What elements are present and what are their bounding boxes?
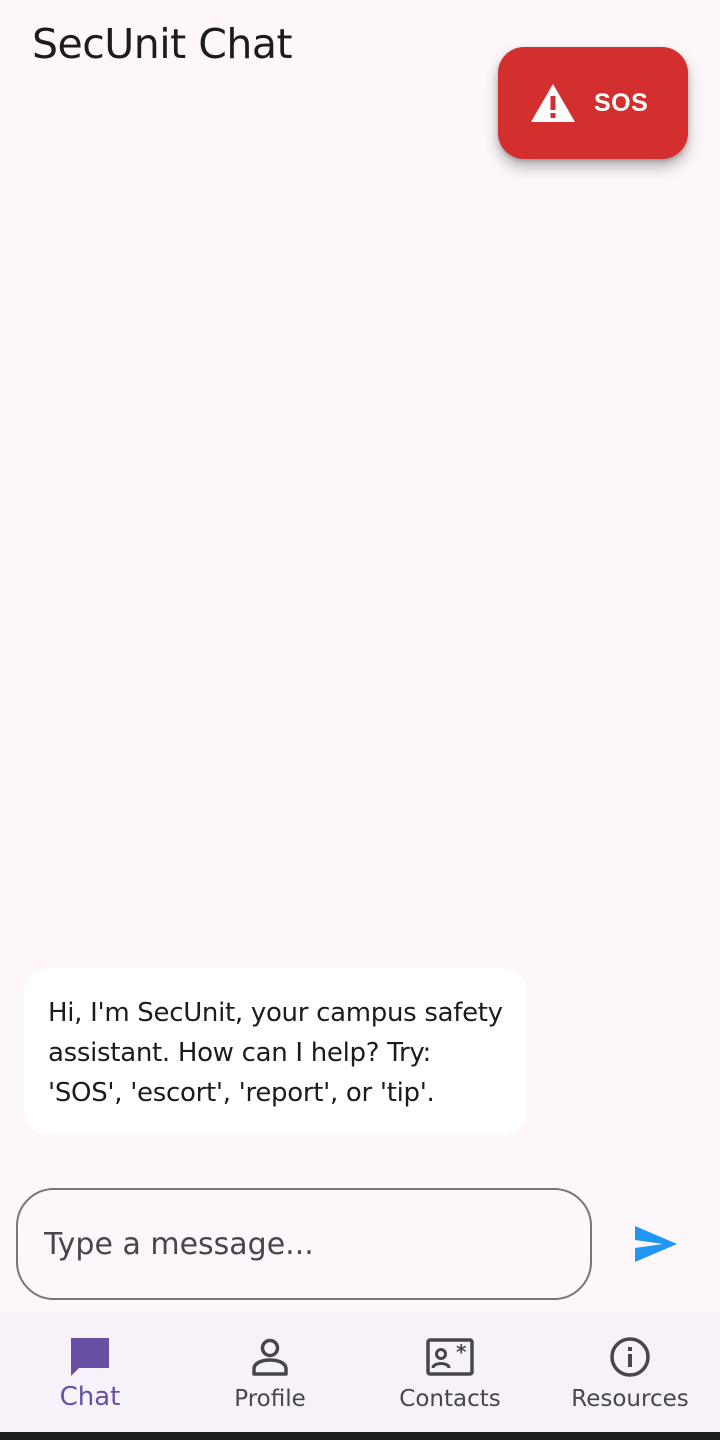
message-input-container[interactable] [16, 1188, 592, 1300]
nav-label-resources: Resources [571, 1386, 689, 1412]
nav-label-contacts: Contacts [399, 1386, 501, 1412]
nav-item-chat[interactable]: Chat [0, 1313, 180, 1432]
bot-message-text: Hi, I'm SecUnit, your campus safety assi… [48, 998, 503, 1108]
send-icon [635, 1226, 677, 1262]
app-screen: SecUnit Chat SOS Hi, I'm SecUnit, your c… [0, 0, 720, 1440]
nav-item-resources[interactable]: Resources [540, 1313, 720, 1432]
chat-bubble-icon [66, 1333, 114, 1381]
nav-item-profile[interactable]: Profile [180, 1313, 360, 1432]
bot-message-bubble: Hi, I'm SecUnit, your campus safety assi… [24, 968, 527, 1135]
svg-text:*: * [456, 1340, 467, 1364]
info-icon [606, 1333, 654, 1381]
warning-triangle-icon [531, 84, 575, 122]
nav-label-chat: Chat [59, 1382, 121, 1412]
contact-card-icon: * [426, 1333, 474, 1381]
bottom-navigation: Chat Profile * Contacts Resources [0, 1313, 720, 1432]
person-icon [246, 1333, 294, 1381]
nav-label-profile: Profile [234, 1386, 306, 1412]
system-navigation-bar [0, 1432, 720, 1440]
send-button[interactable] [628, 1220, 684, 1268]
sos-button[interactable]: SOS [498, 47, 688, 159]
sos-label: SOS [594, 88, 649, 117]
message-input[interactable] [42, 1225, 590, 1263]
nav-item-contacts[interactable]: * Contacts [360, 1313, 540, 1432]
app-title: SecUnit Chat [32, 20, 293, 68]
